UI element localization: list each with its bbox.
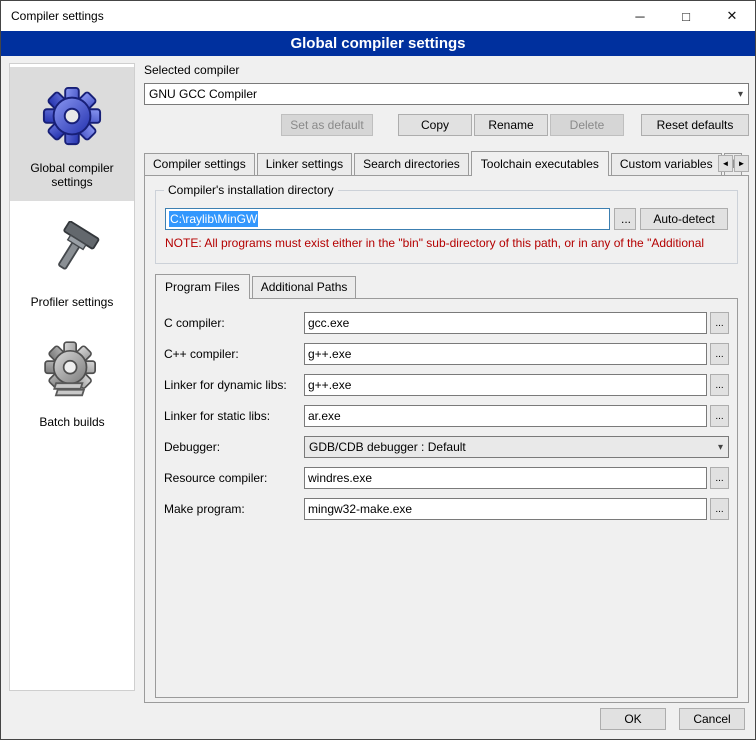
form-row: C compiler: gcc.exe ... (164, 312, 729, 334)
sidebar-item-global-compiler-settings[interactable]: Global compiler settings (10, 67, 134, 201)
main-panel: Selected compiler GNU GCC Compiler ▾ Set… (144, 63, 749, 703)
installation-directory-value: C:\raylib\MinGW (169, 211, 258, 227)
settings-sidebar: Global compiler settings Profiler settin… (9, 63, 135, 691)
sidebar-item-batch-builds[interactable]: Batch builds (10, 321, 134, 441)
selected-compiler-label: Selected compiler (144, 63, 749, 77)
debugger-label: Debugger: (164, 440, 304, 454)
form-row: Resource compiler: windres.exe ... (164, 467, 729, 489)
tab-scroll-left-icon[interactable]: ◄ (718, 155, 733, 172)
cpp-compiler-value: g++.exe (308, 347, 351, 361)
tab-compiler-settings[interactable]: Compiler settings (144, 153, 255, 175)
profiler-icon (14, 211, 130, 289)
resource-compiler-value: windres.exe (308, 471, 372, 485)
program-files-panel: C compiler: gcc.exe ... C++ compiler: g+… (155, 298, 738, 698)
make-program-input[interactable]: mingw32-make.exe (304, 498, 707, 520)
c-compiler-value: gcc.exe (308, 316, 349, 330)
linker-static-browse-button[interactable]: ... (710, 405, 729, 427)
window-controls: ─ □ ✕ (617, 1, 755, 31)
rename-button[interactable]: Rename (474, 114, 548, 136)
resource-compiler-input[interactable]: windres.exe (304, 467, 707, 489)
make-program-value: mingw32-make.exe (308, 502, 412, 516)
executables-subtabs: Program Files Additional Paths (155, 275, 738, 298)
installation-directory-browse-button[interactable]: ... (614, 208, 636, 230)
page-title: Global compiler settings (1, 31, 755, 56)
tab-toolchain-executables[interactable]: Toolchain executables (471, 151, 609, 176)
copy-button[interactable]: Copy (398, 114, 472, 136)
installation-directory-label: Compiler's installation directory (164, 183, 338, 197)
window-title: Compiler settings (11, 9, 104, 23)
make-program-browse-button[interactable]: ... (710, 498, 729, 520)
sidebar-item-profiler-settings[interactable]: Profiler settings (10, 201, 134, 321)
cpp-compiler-browse-button[interactable]: ... (710, 343, 729, 365)
installation-directory-group: Compiler's installation directory C:\ray… (155, 190, 738, 264)
c-compiler-label: C compiler: (164, 316, 304, 330)
resource-compiler-browse-button[interactable]: ... (710, 467, 729, 489)
titlebar: Compiler settings ─ □ ✕ (1, 1, 755, 31)
form-row: C++ compiler: g++.exe ... (164, 343, 729, 365)
resource-compiler-label: Resource compiler: (164, 471, 304, 485)
linker-dynamic-label: Linker for dynamic libs: (164, 378, 304, 392)
tab-scroll-right-icon[interactable]: ► (734, 155, 749, 172)
cpp-compiler-input[interactable]: g++.exe (304, 343, 707, 365)
tab-linker-settings[interactable]: Linker settings (257, 153, 352, 175)
debugger-select[interactable]: GDB/CDB debugger : Default ▾ (304, 436, 729, 458)
installation-directory-note: NOTE: All programs must exist either in … (165, 236, 728, 250)
compiler-settings-dialog: Compiler settings ─ □ ✕ Global compiler … (0, 0, 756, 740)
tab-scroll-buttons: ◄ ► (717, 155, 749, 172)
settings-tabs: Compiler settings Linker settings Search… (144, 152, 749, 175)
auto-detect-button[interactable]: Auto-detect (640, 208, 728, 230)
selected-compiler-dropdown[interactable]: GNU GCC Compiler ▾ (144, 83, 749, 105)
cpp-compiler-label: C++ compiler: (164, 347, 304, 361)
installation-directory-input[interactable]: C:\raylib\MinGW (165, 208, 610, 230)
form-row: Debugger: GDB/CDB debugger : Default ▾ (164, 436, 729, 458)
c-compiler-input[interactable]: gcc.exe (304, 312, 707, 334)
toolchain-executables-panel: Compiler's installation directory C:\ray… (144, 175, 749, 703)
tab-additional-paths[interactable]: Additional Paths (252, 276, 357, 298)
chevron-down-icon: ▾ (718, 442, 724, 453)
delete-button[interactable]: Delete (550, 114, 624, 136)
linker-static-value: ar.exe (308, 409, 341, 423)
linker-dynamic-value: g++.exe (308, 378, 351, 392)
cancel-button[interactable]: Cancel (679, 708, 745, 730)
form-row: Linker for dynamic libs: g++.exe ... (164, 374, 729, 396)
chevron-down-icon: ▾ (738, 89, 744, 100)
linker-dynamic-input[interactable]: g++.exe (304, 374, 707, 396)
c-compiler-browse-button[interactable]: ... (710, 312, 729, 334)
sidebar-item-label: Batch builds (14, 415, 130, 429)
form-row: Make program: mingw32-make.exe ... (164, 498, 729, 520)
make-program-label: Make program: (164, 502, 304, 516)
set-as-default-button[interactable]: Set as default (281, 114, 373, 136)
compiler-actions: Set as default Copy Rename Delete Reset … (144, 114, 749, 136)
dialog-footer: OK Cancel (600, 708, 745, 730)
form-row: Linker for static libs: ar.exe ... (164, 405, 729, 427)
ok-button[interactable]: OK (600, 708, 666, 730)
gear-blue-icon (14, 77, 130, 155)
linker-static-input[interactable]: ar.exe (304, 405, 707, 427)
debugger-value: GDB/CDB debugger : Default (309, 440, 466, 454)
sidebar-item-label: Global compiler settings (14, 161, 130, 189)
linker-dynamic-browse-button[interactable]: ... (710, 374, 729, 396)
tab-program-files[interactable]: Program Files (155, 274, 250, 299)
tab-custom-variables[interactable]: Custom variables (611, 153, 722, 175)
maximize-icon[interactable]: □ (663, 1, 709, 31)
minimize-icon[interactable]: ─ (617, 1, 663, 31)
close-icon[interactable]: ✕ (709, 1, 755, 31)
reset-defaults-button[interactable]: Reset defaults (641, 114, 749, 136)
gear-gray-icon (14, 331, 130, 409)
sidebar-item-label: Profiler settings (14, 295, 130, 309)
tab-search-directories[interactable]: Search directories (354, 153, 469, 175)
linker-static-label: Linker for static libs: (164, 409, 304, 423)
selected-compiler-value: GNU GCC Compiler (149, 87, 257, 101)
